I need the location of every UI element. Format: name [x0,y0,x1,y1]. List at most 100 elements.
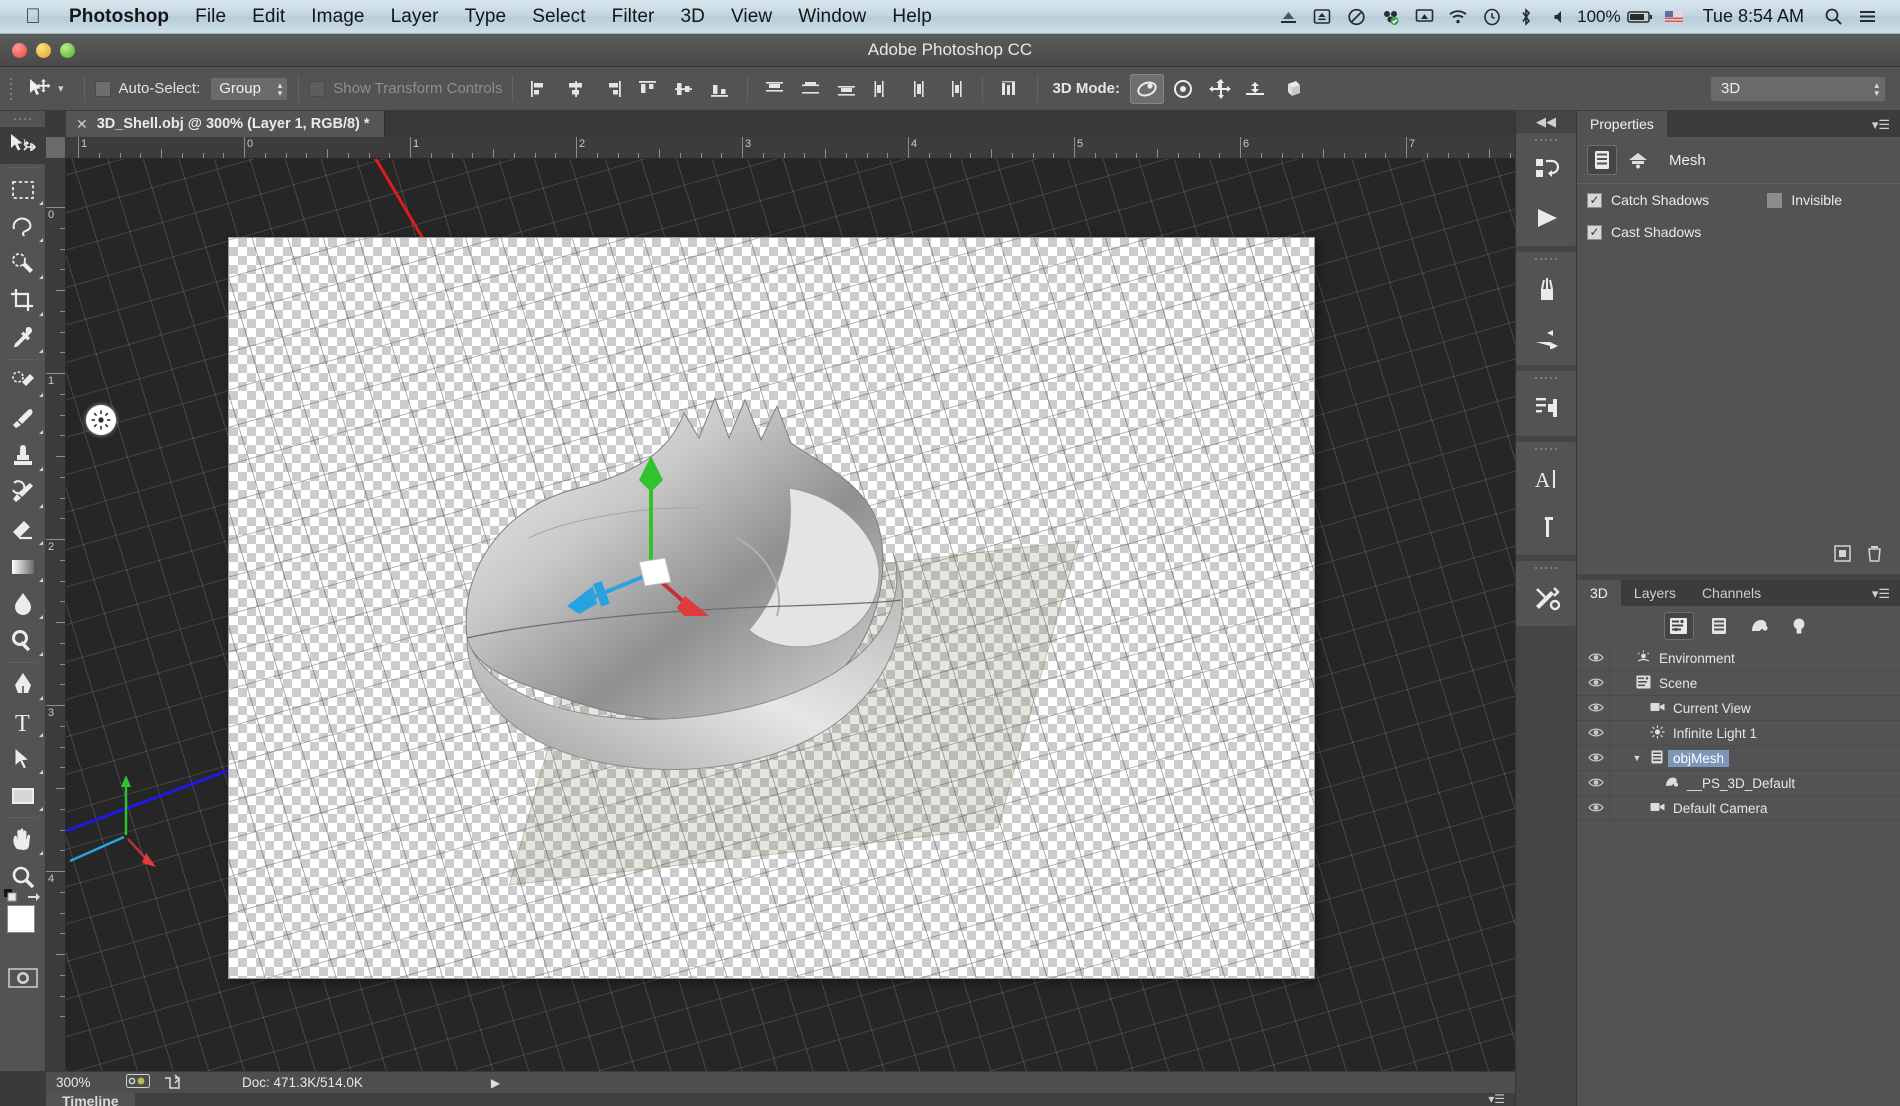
panel-menu-icon[interactable]: ▾☰ [1488,1092,1505,1106]
search-icon[interactable] [1816,4,1850,30]
distribute-top-edges-icon[interactable] [758,74,792,104]
macos-menu-photoshop[interactable]: Photoshop [56,4,182,30]
blur-tool[interactable] [0,585,46,622]
ruler-corner[interactable] [46,137,66,159]
crop-tool[interactable] [0,282,46,319]
align-bottom-edges-icon[interactable] [703,74,737,104]
panel-menu-icon[interactable]: ▾☰ [1872,117,1900,137]
macos-menu-window[interactable]: Window [785,4,879,30]
swap-colors-icon[interactable] [26,889,40,906]
tree-row[interactable]: Scene [1577,670,1900,696]
dodge-tool[interactable] [0,622,46,659]
visibility-eye-icon[interactable] [1583,776,1609,791]
visibility-eye-icon[interactable] [1583,676,1609,691]
brush-tool[interactable] [0,400,46,437]
roll-3d-object-icon[interactable] [1166,74,1200,104]
slide-3d-object-icon[interactable] [1238,74,1272,104]
distribute-bottom-edges-icon[interactable] [830,74,864,104]
filter-lights-icon[interactable] [1784,612,1814,640]
history-panel-icon[interactable] [1516,146,1578,194]
tree-row[interactable]: Current View [1577,695,1900,721]
macos-menu-3d[interactable]: 3D [667,4,718,30]
auto-select-dropdown[interactable]: Group ▴ ▾ [210,76,289,101]
macos-menu-image[interactable]: Image [298,4,377,30]
tree-row[interactable]: __PS_3D_Default [1577,770,1900,796]
tab-timeline[interactable]: Timeline [46,1093,135,1106]
align-top-edges-icon[interactable] [631,74,665,104]
distribute-left-edges-icon[interactable] [866,74,900,104]
align-left-edges-icon[interactable] [523,74,557,104]
tool-preset-caret-icon[interactable]: ▾ [58,82,64,95]
align-right-edges-icon[interactable] [595,74,629,104]
doc-info-icon[interactable] [126,1074,150,1091]
scanner-icon[interactable] [1271,4,1305,30]
apple-icon[interactable]:  [22,5,44,29]
visibility-eye-icon[interactable] [1583,801,1609,816]
infinite-light-widget[interactable] [86,405,116,435]
dock-grip[interactable] [1516,561,1576,574]
move-tool[interactable] [0,127,46,164]
canvas-area[interactable] [66,159,1515,1071]
tree-row[interactable]: ▼ objMesh [1577,745,1900,771]
move-tool-icon[interactable] [20,74,62,104]
horizontal-ruler[interactable]: 1 0 1 2 3 4 5 6 7 [66,137,1515,159]
eject-icon[interactable] [1305,4,1339,30]
character-panel-icon[interactable]: A [1516,455,1578,503]
visibility-eye-icon[interactable] [1583,751,1609,766]
options-bar-grip[interactable] [6,76,16,102]
tab-properties[interactable]: Properties [1577,111,1667,137]
paragraph-panel-icon[interactable] [1516,503,1578,551]
distribute-vertical-centers-icon[interactable] [794,74,828,104]
filter-whole-scene-icon[interactable] [1663,612,1694,640]
adjustments-icon[interactable] [1516,384,1578,432]
tools-panel-grip[interactable] [0,111,45,127]
disclosure-triangle-icon[interactable]: ▼ [1628,753,1646,763]
tree-row[interactable]: Environment [1577,645,1900,671]
actions-play-icon[interactable] [1516,194,1578,242]
battery-icon[interactable] [1623,4,1657,30]
clock[interactable]: Tue 8:54 AM [1691,6,1816,27]
workspace-selector[interactable]: 3D ▴ ▾ [1710,75,1886,102]
spot-healing-brush-tool[interactable] [0,363,46,400]
rotate-3d-object-icon[interactable] [1129,73,1164,104]
brush-panel-icon[interactable] [1516,313,1578,361]
filter-materials-icon[interactable] [1744,612,1774,640]
collapse-panels-icon[interactable]: ◀◀ [1516,111,1576,133]
hand-tool[interactable] [0,821,46,858]
foreground-color-swatch[interactable] [7,905,35,933]
airplay-icon[interactable] [1407,4,1441,30]
auto-align-icon[interactable] [993,74,1027,104]
rectangular-marquee-tool[interactable] [0,171,46,208]
dock-grip[interactable] [1516,371,1576,384]
distribute-horizontal-centers-icon[interactable] [902,74,936,104]
visibility-eye-icon[interactable] [1583,651,1609,666]
vertical-ruler[interactable]: 0 1 2 3 4 [46,159,66,1071]
tab-channels[interactable]: Channels [1688,580,1775,606]
lasso-tool[interactable] [0,208,46,245]
align-vertical-centers-icon[interactable] [667,74,701,104]
distribute-right-edges-icon[interactable] [938,74,972,104]
quick-mask-icon[interactable] [0,961,46,995]
cast-shadows-checkbox[interactable]: ✓ [1587,224,1602,240]
tab-3d[interactable]: 3D [1577,580,1621,606]
volume-icon[interactable] [1543,4,1577,30]
macos-menu-layer[interactable]: Layer [378,4,452,30]
sync-icon[interactable] [1373,4,1407,30]
visibility-eye-icon[interactable] [1583,701,1609,716]
shell-mesh-object[interactable] [229,238,1314,978]
eraser-tool[interactable] [0,511,46,548]
wifi-icon[interactable] [1441,4,1475,30]
zoom-level[interactable]: 300% [56,1075,126,1090]
bluetooth-icon[interactable] [1509,4,1543,30]
brush-presets-icon[interactable] [1516,265,1578,313]
3d-axis-widget[interactable] [559,446,739,616]
delete-icon[interactable] [1867,545,1882,567]
dock-grip[interactable] [1516,252,1576,265]
tree-row[interactable]: Default Camera [1577,795,1900,821]
artboard[interactable] [229,238,1314,978]
macos-menu-type[interactable]: Type [452,4,520,30]
rectangle-tool[interactable] [0,777,46,814]
timemachine-icon[interactable] [1475,4,1509,30]
clone-stamp-tool[interactable] [0,437,46,474]
dropbox-icon[interactable] [1339,4,1373,30]
